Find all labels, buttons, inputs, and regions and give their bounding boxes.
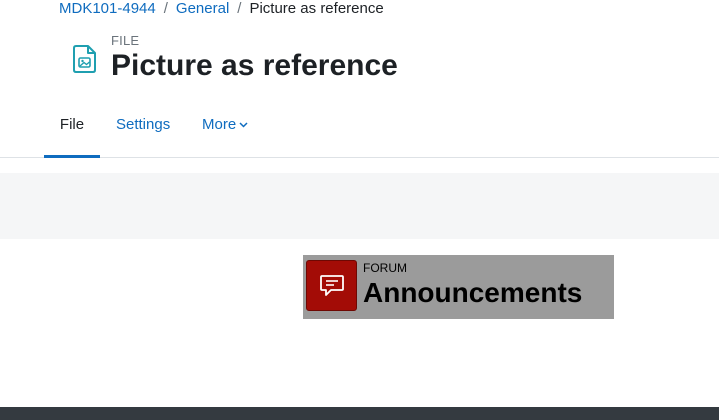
breadcrumb-separator: / (237, 0, 242, 17)
forum-title-link[interactable]: Announcements (363, 276, 582, 310)
forum-type-label: FORUM (363, 261, 407, 275)
footer (0, 407, 719, 420)
forum-activity-card[interactable]: FORUM Announcements (303, 255, 614, 319)
file-image-icon (72, 44, 98, 74)
breadcrumb-separator: / (163, 0, 168, 17)
breadcrumb-course-link[interactable]: MDK101-4944 (59, 0, 156, 17)
tab-file[interactable]: File (44, 100, 100, 158)
breadcrumb-current: Picture as reference (249, 0, 384, 17)
tab-more[interactable]: More (202, 100, 248, 155)
activity-header-band (0, 173, 719, 239)
secondary-navigation: File Settings More (0, 100, 719, 158)
breadcrumb-section-link[interactable]: General (176, 0, 229, 17)
breadcrumb: MDK101-4944 / General / Picture as reference (59, 0, 384, 18)
tab-settings[interactable]: Settings (116, 100, 170, 155)
forum-icon (306, 260, 357, 311)
chevron-down-icon (239, 99, 248, 149)
tab-settings-label: Settings (116, 116, 171, 133)
tab-more-label: More (202, 116, 237, 133)
tab-file-label: File (59, 116, 85, 133)
page-title: Picture as reference (111, 49, 398, 82)
